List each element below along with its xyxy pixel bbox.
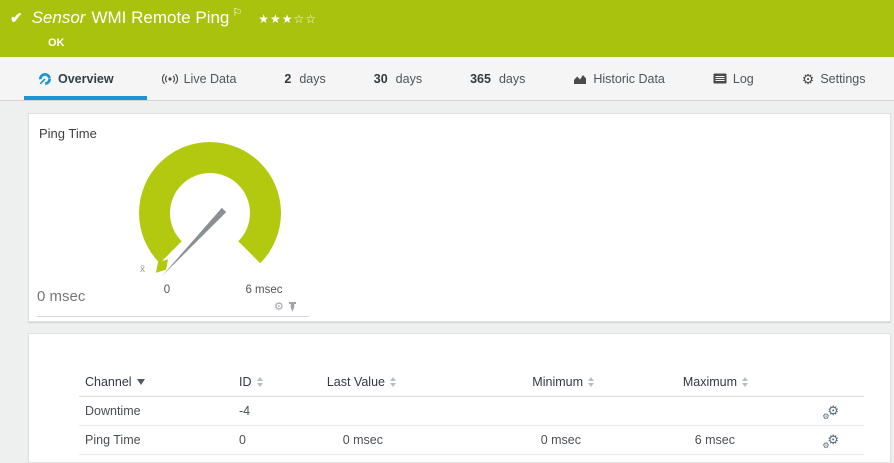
tab-historic-data[interactable]: Historic Data [573, 72, 665, 86]
priority-stars[interactable]: ★★★☆☆ [258, 7, 317, 31]
column-header-last-value[interactable]: Last Value [269, 368, 396, 397]
gauge-arc [139, 141, 281, 264]
gauge-title: Ping Time [39, 126, 97, 141]
tab-2-days[interactable]: 2 days [284, 72, 325, 86]
channel-name: Downtime [79, 396, 239, 426]
tab-label: Log [732, 71, 754, 86]
channel-maximum [594, 396, 748, 426]
channel-settings-icon[interactable]: ⚙ ⚙ [822, 432, 839, 450]
tab-settings[interactable]: ⚙ Settings [802, 72, 866, 86]
gauge-panel: Ping Time x̄ 0 6 msec 0 msec ⚙ [28, 113, 891, 322]
tab-overview[interactable]: Overview [38, 72, 114, 86]
status-check-icon: ✔ [10, 10, 23, 27]
column-label: Minimum [532, 374, 583, 389]
tab-label: Historic Data [593, 71, 665, 86]
active-tab-underline [24, 96, 147, 100]
column-label: Channel [85, 374, 132, 389]
channel-maximum: 6 msec [594, 425, 748, 455]
channel-last-value [269, 396, 396, 426]
tab-label: Overview [58, 71, 114, 86]
channel-settings-icon[interactable]: ⚙ ⚙ [822, 403, 839, 421]
tab-number: 2 [284, 71, 292, 86]
gauge-scale-min: 0 [163, 284, 171, 296]
channel-minimum: 0 msec [396, 425, 594, 455]
page-title: WMI Remote Ping [91, 8, 230, 27]
ping-time-gauge: x̄ [139, 141, 281, 284]
tab-label: days [299, 71, 326, 86]
sort-icon [256, 376, 263, 387]
pin-icon[interactable] [288, 301, 297, 313]
tab-number: 365 [470, 71, 491, 86]
column-header-minimum[interactable]: Minimum [396, 368, 594, 397]
column-label: ID [239, 374, 252, 389]
flag-icon[interactable]: ⚐ [232, 1, 242, 25]
sort-desc-icon [136, 378, 145, 385]
tab-log[interactable]: Log [713, 72, 754, 86]
log-icon [713, 73, 727, 84]
tab-label: Live Data [183, 71, 237, 86]
tab-bar: Overview Live Data 2 days 30 days 365 da… [0, 57, 894, 101]
sensor-header: ✔ Sensor WMI Remote Ping ⚐ ★★★☆☆ OK [0, 0, 894, 57]
sort-icon [742, 376, 748, 387]
tab-number: 30 [373, 71, 388, 86]
tab-live-data[interactable]: Live Data [161, 71, 237, 86]
object-kind-label: Sensor [31, 8, 86, 27]
channel-id: -4 [239, 396, 269, 426]
status-badge: OK [48, 37, 65, 49]
gauge-current-value: 0 msec [37, 288, 86, 305]
table-row-downtime: Downtime -4 ⚙ ⚙ [79, 396, 864, 426]
gauge-average-marker: x̄ [140, 264, 145, 275]
gear-icon: ⚙ [801, 70, 815, 87]
table-header-row: Channel ID Last Value Minimum Maximum [79, 368, 864, 397]
channel-id: 0 [239, 425, 269, 455]
tab-label: Settings [820, 71, 866, 86]
tab-30-days[interactable]: 30 days [374, 72, 422, 86]
gauge-scale-max: 6 msec [245, 284, 283, 296]
column-label: Maximum [682, 374, 737, 389]
column-header-channel[interactable]: Channel [79, 368, 239, 397]
column-header-id[interactable]: ID [239, 368, 269, 397]
broadcast-icon [161, 73, 178, 84]
channel-last-value: 0 msec [269, 425, 396, 455]
tab-label: days [395, 71, 423, 86]
sort-icon [588, 376, 594, 387]
channel-minimum [396, 396, 594, 426]
sort-icon [390, 376, 396, 387]
channel-table: Channel ID Last Value Minimum Maximum Do… [79, 368, 864, 455]
channel-table-panel: Channel ID Last Value Minimum Maximum Do… [28, 333, 891, 463]
tab-365-days[interactable]: 365 days [470, 72, 525, 86]
gauge-icon [39, 72, 51, 85]
column-header-maximum[interactable]: Maximum [594, 368, 748, 397]
column-label: Last Value [326, 374, 385, 389]
table-row-ping-time: Ping Time 0 0 msec 0 msec 6 msec ⚙ ⚙ [79, 425, 864, 455]
area-chart-icon [574, 74, 587, 84]
gauge-settings-gear-icon[interactable]: ⚙ [274, 302, 284, 313]
channel-name: Ping Time [79, 425, 239, 455]
tab-label: days [498, 71, 526, 86]
gauge-underline [37, 316, 309, 317]
